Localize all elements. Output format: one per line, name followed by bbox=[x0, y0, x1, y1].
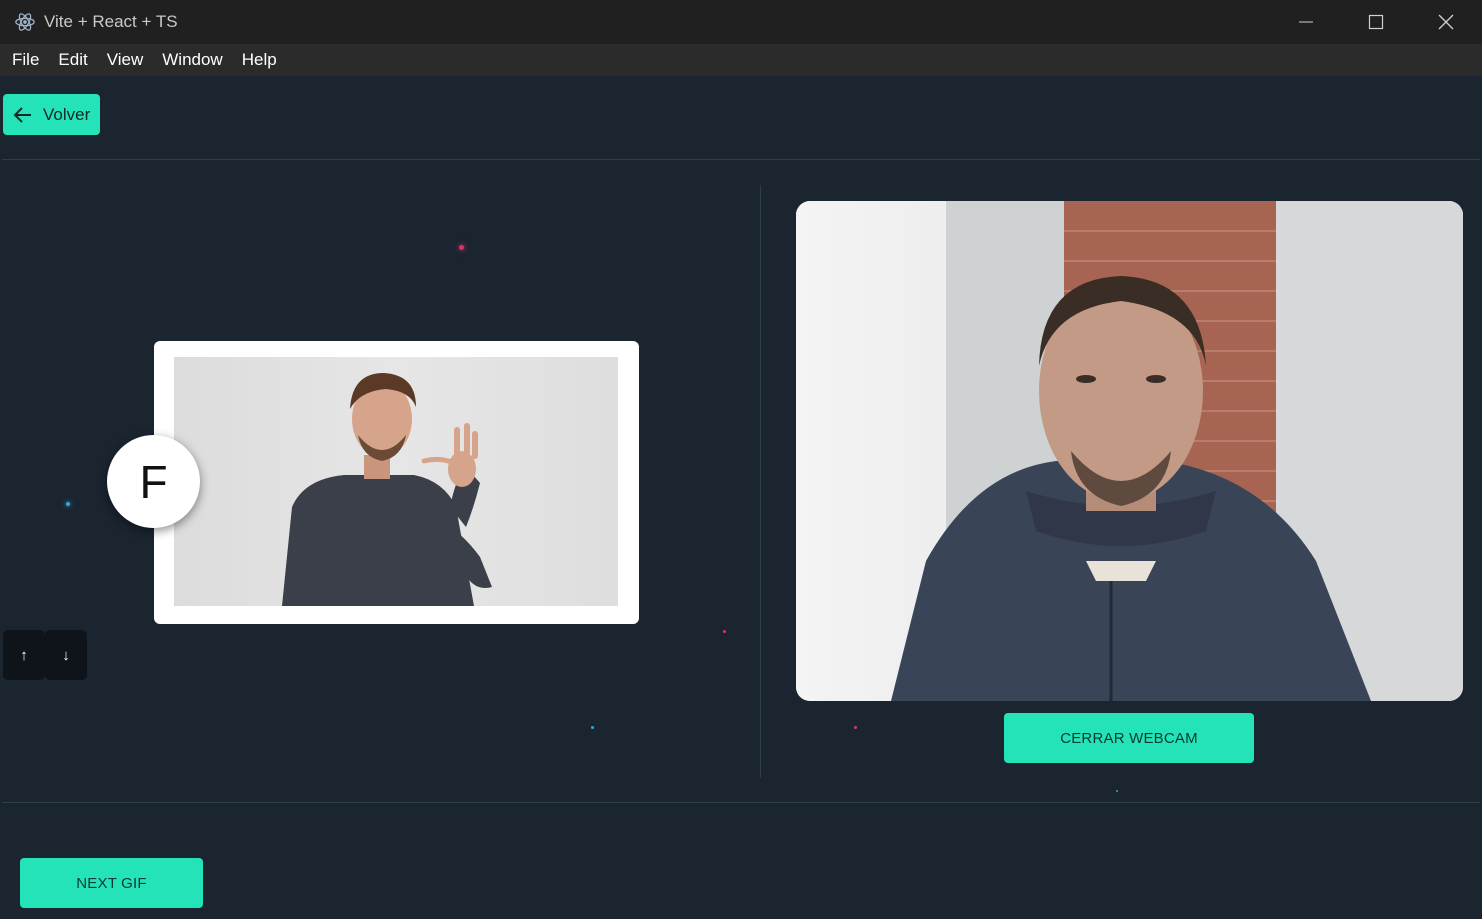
arrow-left-icon bbox=[13, 106, 31, 123]
window-title: Vite + React + TS bbox=[44, 12, 178, 31]
maximize-button[interactable] bbox=[1341, 0, 1411, 44]
next-letter-button[interactable]: ↓ bbox=[45, 630, 87, 680]
menu-edit[interactable]: Edit bbox=[58, 50, 87, 70]
particle bbox=[854, 726, 857, 729]
menu-window[interactable]: Window bbox=[162, 50, 222, 70]
back-button[interactable]: Volver bbox=[3, 94, 100, 135]
menu-bar: File Edit View Window Help bbox=[0, 44, 1482, 76]
footer-divider bbox=[2, 802, 1480, 803]
menu-view[interactable]: View bbox=[107, 50, 144, 70]
particle bbox=[591, 726, 594, 729]
menu-help[interactable]: Help bbox=[242, 50, 277, 70]
close-button[interactable] bbox=[1411, 0, 1481, 44]
electron-icon bbox=[15, 13, 35, 31]
close-icon bbox=[1438, 14, 1454, 30]
maximize-icon bbox=[1368, 14, 1384, 30]
webcam-feed bbox=[796, 201, 1463, 701]
particle bbox=[1116, 790, 1118, 792]
previous-letter-button[interactable]: ↑ bbox=[3, 630, 45, 680]
close-webcam-button[interactable]: CERRAR WEBCAM bbox=[1004, 713, 1254, 763]
webcam-video bbox=[796, 201, 1463, 701]
minimize-icon bbox=[1299, 21, 1313, 23]
particle bbox=[459, 245, 464, 250]
particle bbox=[66, 502, 70, 506]
menu-file[interactable]: File bbox=[12, 50, 39, 70]
minimize-button[interactable] bbox=[1271, 0, 1341, 44]
header-divider bbox=[2, 159, 1480, 160]
signer-illustration bbox=[282, 373, 492, 606]
sign-language-gif bbox=[174, 357, 618, 606]
current-letter-badge: F bbox=[107, 435, 200, 528]
sign-gif-card bbox=[154, 341, 639, 624]
app-window: Vite + React + TS File Edit View Window … bbox=[0, 0, 1482, 919]
title-bar: Vite + React + TS bbox=[0, 0, 1482, 44]
next-gif-button[interactable]: NEXT GIF bbox=[20, 858, 203, 908]
particle bbox=[723, 630, 726, 633]
back-button-label: Volver bbox=[43, 104, 91, 124]
panel-divider bbox=[760, 185, 761, 778]
